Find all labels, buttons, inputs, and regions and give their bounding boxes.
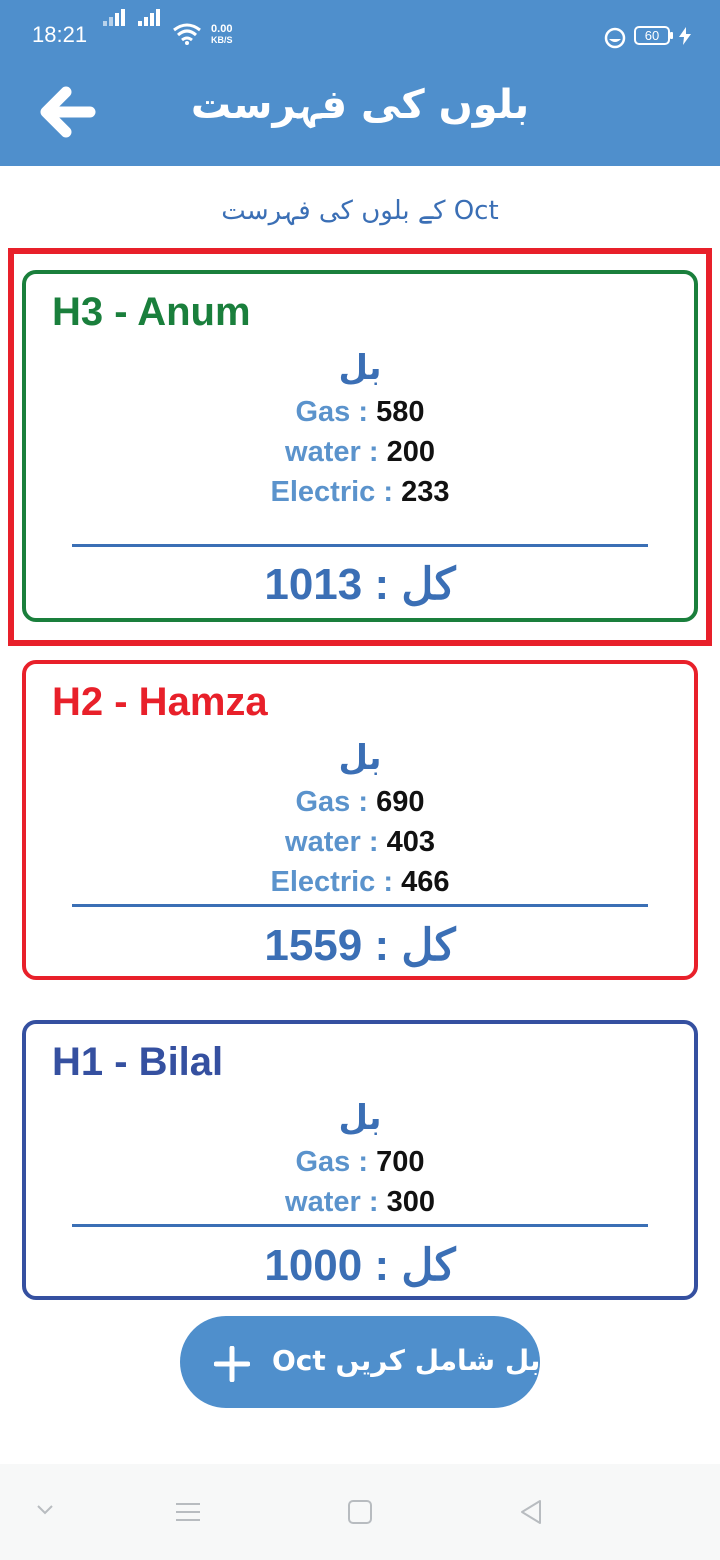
house-name: H2 - Hamza [52,680,268,724]
wifi-icon [173,23,201,45]
bill-card[interactable]: H1 - Bilal بل Gas : 700 water : 300 1000… [22,1020,698,1300]
back-triangle-icon[interactable] [518,1498,544,1526]
bill-row-gas: Gas : 580 [295,396,425,428]
menu-icon[interactable] [174,1500,202,1524]
add-bill-button[interactable]: Oct کا بل شامل کریں [180,1316,577,1408]
bill-row-water: water : 403 [285,826,435,858]
status-time: 18:21 [32,22,88,47]
battery-icon: 60 [634,26,673,45]
bills-subtitle: Oct کے بلوں کی فہرست [221,196,499,226]
charging-icon [679,27,691,45]
divider [72,1224,648,1227]
bill-card[interactable]: H2 - Hamza بل Gas : 690 water : 403 Elec… [22,660,698,980]
page-title: بلوں کی فہرست [190,82,530,128]
divider [72,904,648,907]
bill-total: 1000 : کل [264,1241,456,1290]
house-name: H3 - Anum [52,290,251,334]
plus-icon [214,1346,250,1382]
bill-row-water: water : 200 [285,436,435,468]
add-bill-label: Oct کا بل شامل کریں [272,1344,577,1377]
bill-card[interactable]: H3 - Anum بل Gas : 580 water : 200 Elect… [22,270,698,622]
back-arrow-icon[interactable] [40,84,96,140]
bill-row-gas: Gas : 690 [295,786,425,818]
system-nav-bar [0,1464,720,1560]
bill-total: 1559 : کل [264,921,456,970]
bill-heading: بل [338,348,382,388]
bill-row-electric: Electric : 233 [270,476,450,508]
status-bar: 18:21 0.00 KB/S 60 [0,0,720,74]
bill-total: 1013 : کل [264,560,456,609]
home-icon[interactable] [347,1499,373,1525]
bill-row-electric: Electric : 466 [270,866,450,898]
chevron-down-icon[interactable] [36,1504,54,1516]
net-speed: 0.00 KB/S [211,23,233,46]
bill-heading: بل [338,1098,382,1138]
bill-heading: بل [338,738,382,778]
bill-row-gas: Gas : 700 [295,1146,425,1178]
divider [72,544,648,547]
house-name: H1 - Bilal [52,1040,224,1084]
app-bar: 18:21 0.00 KB/S 60 بلوں کی فہرست [0,0,720,166]
bill-row-water: water : 300 [285,1186,435,1218]
data-saver-icon [604,27,626,49]
